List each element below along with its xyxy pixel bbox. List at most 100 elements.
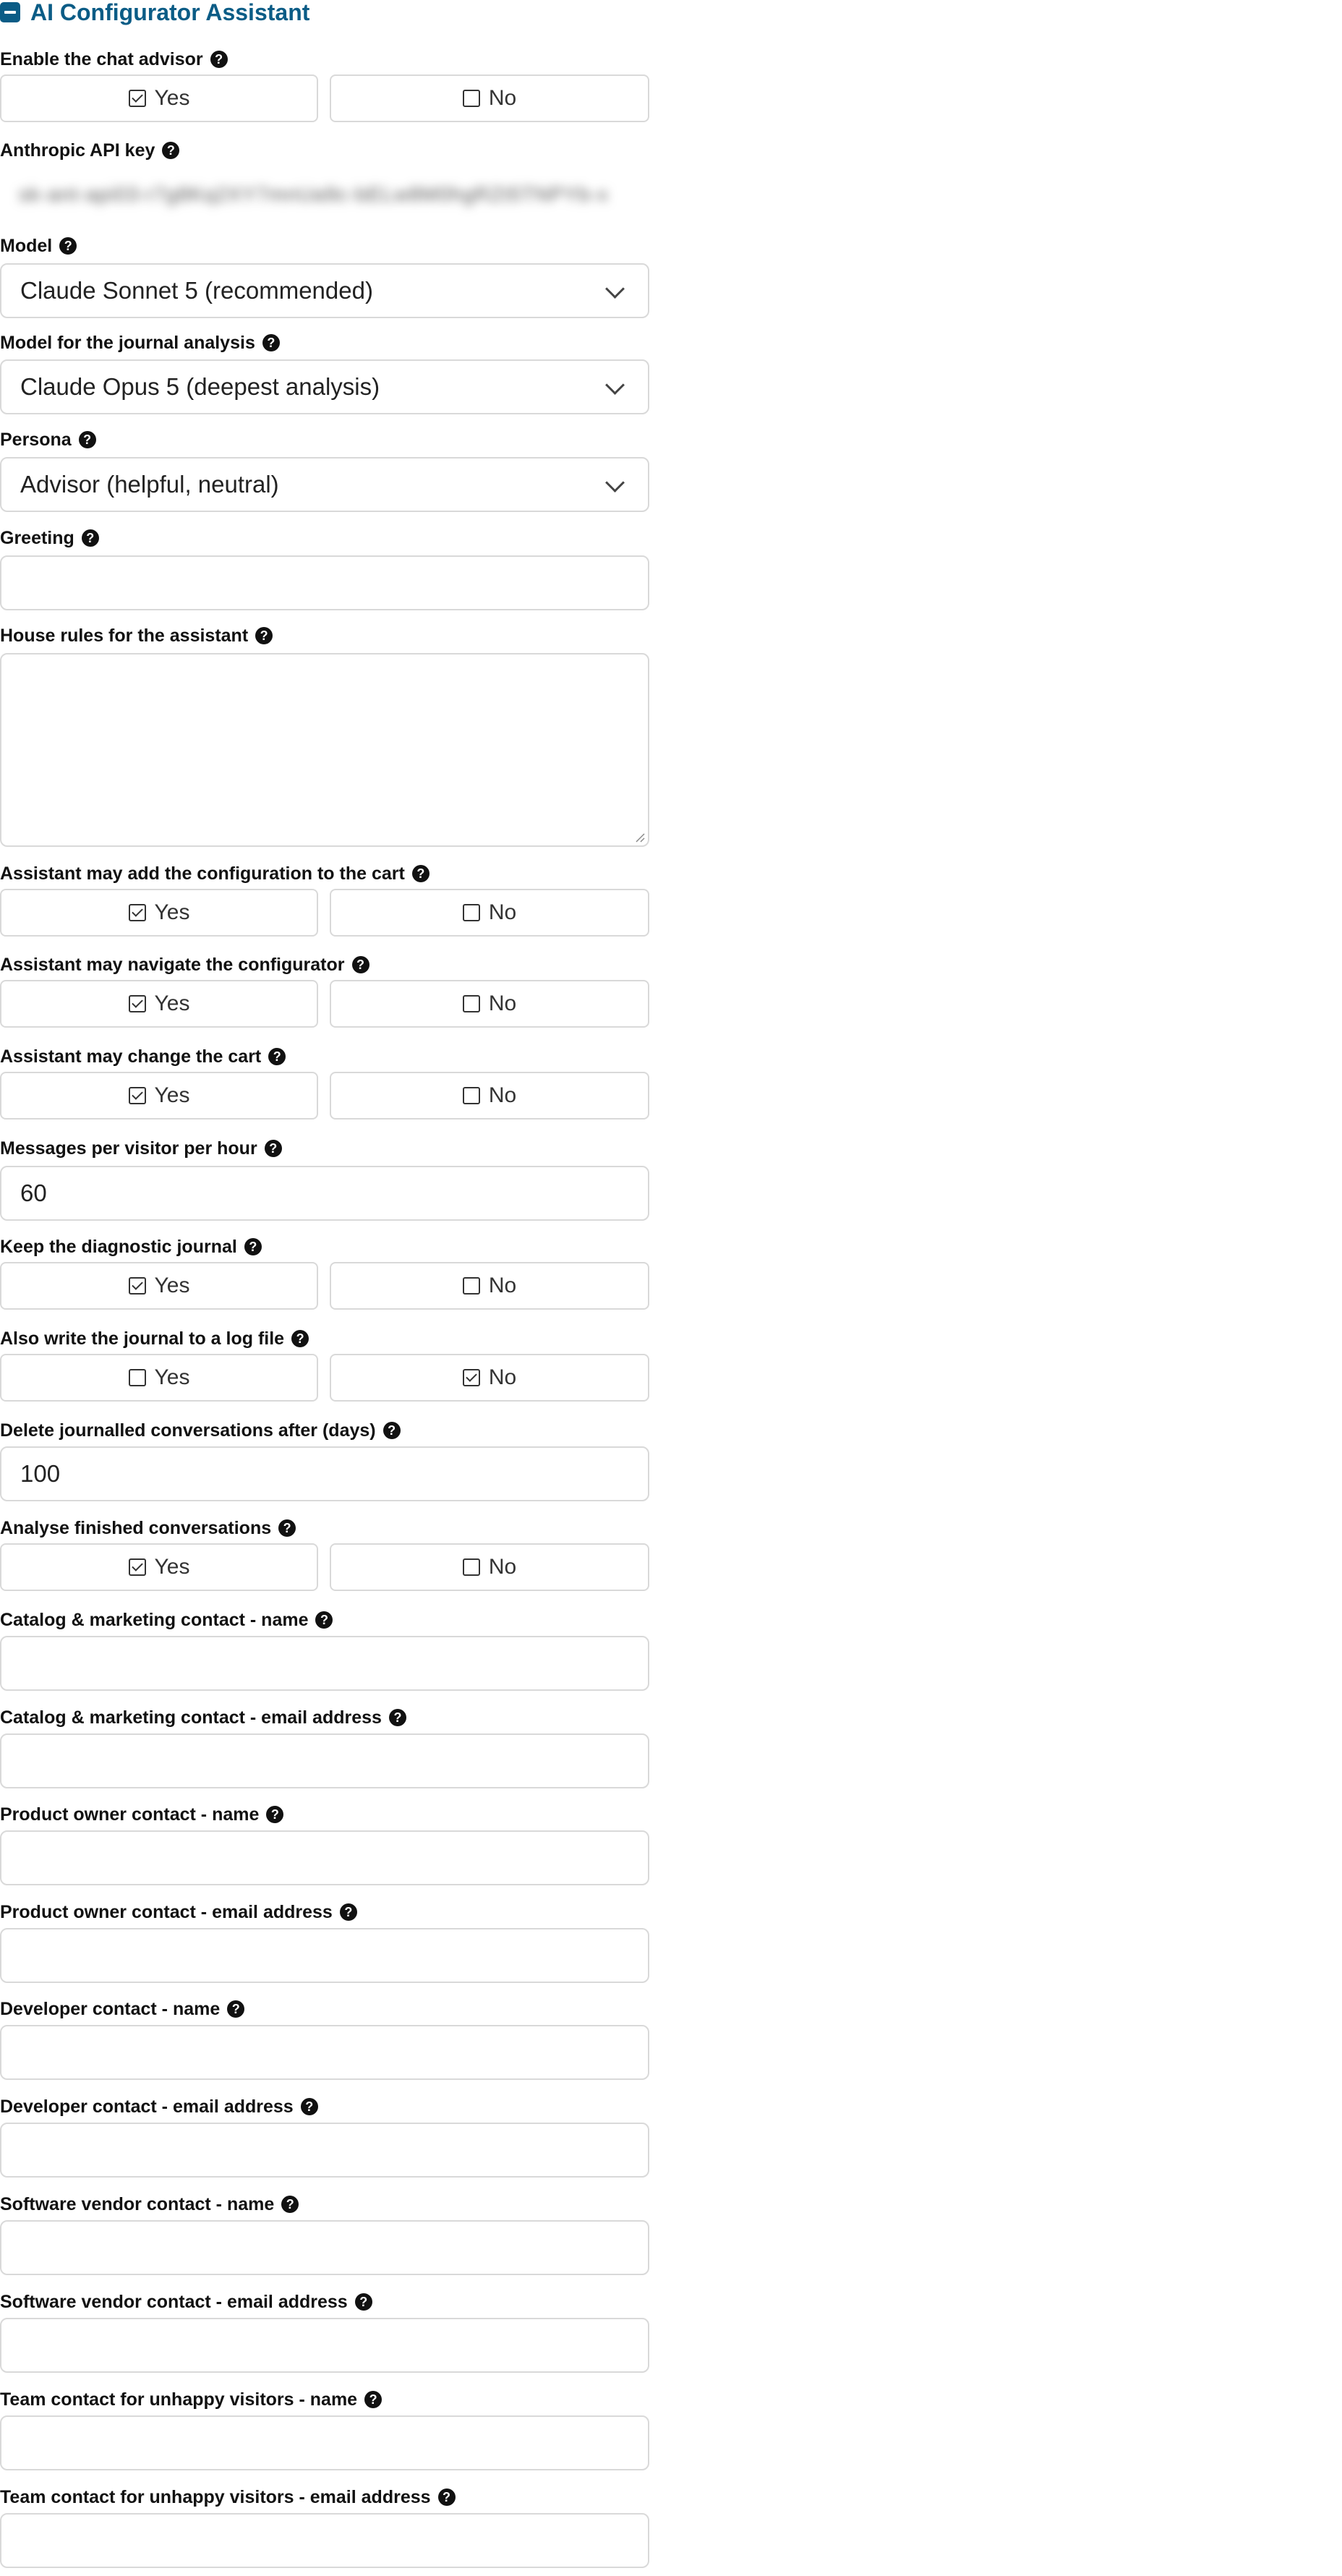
team-contact-name-input[interactable] (0, 2415, 649, 2470)
house-rules-label-row: House rules for the assistant? (0, 625, 273, 647)
catalog-contact-email-input[interactable] (0, 1733, 649, 1788)
keep-journal-yes-button[interactable]: Yes (0, 1262, 318, 1310)
may-navigate-no-label: No (488, 991, 517, 1015)
resize-handle-icon[interactable] (633, 831, 645, 843)
checkbox-icon (128, 1087, 146, 1104)
help-icon[interactable]: ? (354, 2293, 372, 2311)
may-add-to-cart-label: Assistant may add the configuration to t… (0, 863, 405, 884)
keep-journal-no-button[interactable]: No (330, 1262, 649, 1310)
vendor-contact-email-label-row: Software vendor contact - email address? (0, 2291, 372, 2313)
vendor-contact-email-input[interactable] (0, 2318, 649, 2373)
persona-select[interactable]: Advisor (helpful, neutral) (0, 457, 649, 512)
may-add-to-cart-yes-label: Yes (154, 900, 190, 924)
may-change-cart-yes-label: Yes (154, 1083, 190, 1107)
enable-chat-no-label: No (488, 86, 517, 110)
team-contact-email-input[interactable] (0, 2513, 649, 2568)
collapse-icon[interactable] (0, 2, 20, 22)
may-change-cart-yes-button[interactable]: Yes (0, 1072, 318, 1119)
may-navigate-no-button[interactable]: No (330, 980, 649, 1028)
analyse-finished-no-label: No (488, 1555, 517, 1579)
model-label-row: Model? (0, 235, 77, 257)
help-icon[interactable]: ? (227, 2000, 245, 2018)
developer-contact-email-input[interactable] (0, 2123, 649, 2178)
help-icon[interactable]: ? (300, 2098, 318, 2115)
may-add-to-cart-label-row: Assistant may add the configuration to t… (0, 863, 429, 884)
help-icon[interactable]: ? (59, 237, 77, 255)
analyse-finished-yes-label: Yes (154, 1555, 190, 1579)
messages-per-hour-input[interactable]: 60 (0, 1166, 649, 1221)
help-icon[interactable]: ? (315, 1611, 333, 1629)
section-title: AI Configurator Assistant (30, 0, 310, 25)
journal-log-file-label-row: Also write the journal to a log file? (0, 1328, 309, 1349)
persona-selected-value: Advisor (helpful, neutral) (20, 471, 279, 498)
catalog-contact-name-label: Catalog & marketing contact - name (0, 1609, 309, 1630)
owner-contact-name-label: Product owner contact - name (0, 1804, 260, 1825)
may-navigate-yes-label: Yes (154, 991, 190, 1015)
help-icon[interactable]: ? (339, 1903, 357, 1921)
checkbox-icon (128, 90, 146, 107)
delete-after-days-input[interactable]: 100 (0, 1446, 649, 1501)
journal-model-selected-value: Claude Opus 5 (deepest analysis) (20, 373, 380, 400)
vendor-contact-name-label-row: Software vendor contact - name? (0, 2193, 299, 2215)
help-icon[interactable]: ? (266, 1806, 284, 1823)
model-select[interactable]: Claude Sonnet 5 (recommended) (0, 263, 649, 318)
may-add-to-cart-no-label: No (488, 900, 517, 924)
help-icon[interactable]: ? (264, 1140, 282, 1157)
checkbox-icon (128, 1369, 146, 1386)
may-navigate-label: Assistant may navigate the configurator (0, 954, 345, 975)
help-icon[interactable]: ? (382, 1422, 401, 1439)
model-label: Model (0, 235, 53, 256)
help-icon[interactable]: ? (78, 431, 96, 448)
chevron-down-icon (605, 473, 625, 492)
help-icon[interactable]: ? (351, 956, 369, 973)
api-key-label-row: Anthropic API key? (0, 140, 180, 161)
help-icon[interactable]: ? (364, 2391, 382, 2408)
help-icon[interactable]: ? (388, 1709, 406, 1726)
greeting-input[interactable] (0, 555, 649, 610)
checkbox-icon (462, 1277, 480, 1295)
help-icon[interactable]: ? (437, 2488, 456, 2506)
owner-contact-email-label-row: Product owner contact - email address? (0, 1901, 357, 1923)
help-icon[interactable]: ? (278, 1519, 296, 1537)
help-icon[interactable]: ? (291, 1330, 309, 1347)
vendor-contact-name-input[interactable] (0, 2220, 649, 2275)
help-icon[interactable]: ? (162, 142, 180, 159)
may-add-to-cart-yes-button[interactable]: Yes (0, 889, 318, 937)
may-change-cart-no-button[interactable]: No (330, 1072, 649, 1119)
help-icon[interactable]: ? (411, 865, 429, 882)
analyse-finished-yes-button[interactable]: Yes (0, 1543, 318, 1591)
owner-contact-email-input[interactable] (0, 1928, 649, 1983)
journal-model-label: Model for the journal analysis (0, 332, 255, 353)
chevron-down-icon (605, 279, 625, 299)
help-icon[interactable]: ? (255, 627, 273, 644)
owner-contact-name-input[interactable] (0, 1830, 649, 1885)
journal-log-file-yes-button[interactable]: Yes (0, 1354, 318, 1402)
catalog-contact-email-label: Catalog & marketing contact - email addr… (0, 1707, 382, 1728)
may-add-to-cart-no-button[interactable]: No (330, 889, 649, 937)
journal-model-select[interactable]: Claude Opus 5 (deepest analysis) (0, 359, 649, 414)
keep-journal-label: Keep the diagnostic journal (0, 1236, 237, 1257)
help-icon[interactable]: ? (268, 1048, 286, 1065)
enable-chat-no-button[interactable]: No (330, 74, 649, 122)
analyse-finished-no-button[interactable]: No (330, 1543, 649, 1591)
api-key-input[interactable]: sk-ant-api03-r7g8Kq2XY7mnUa9c-bELw8M0hgR… (0, 167, 649, 222)
help-icon[interactable]: ? (81, 529, 99, 547)
help-icon[interactable]: ? (210, 51, 228, 68)
help-icon[interactable]: ? (281, 2196, 299, 2213)
enable-chat-yes-button[interactable]: Yes (0, 74, 318, 122)
section-header[interactable]: AI Configurator Assistant (0, 0, 309, 25)
developer-contact-name-input[interactable] (0, 2025, 649, 2080)
house-rules-textarea[interactable] (0, 653, 649, 847)
help-icon[interactable]: ? (244, 1238, 262, 1255)
catalog-contact-name-input[interactable] (0, 1636, 649, 1691)
journal-log-file-label: Also write the journal to a log file (0, 1328, 285, 1349)
team-contact-name-label: Team contact for unhappy visitors - name (0, 2389, 358, 2410)
checkbox-icon (128, 1558, 146, 1576)
team-contact-email-label: Team contact for unhappy visitors - emai… (0, 2486, 431, 2507)
developer-contact-email-label: Developer contact - email address (0, 2096, 294, 2117)
analyse-finished-label-row: Analyse finished conversations? (0, 1517, 296, 1539)
may-navigate-yes-button[interactable]: Yes (0, 980, 318, 1028)
owner-contact-email-label: Product owner contact - email address (0, 1901, 333, 1922)
journal-log-file-no-button[interactable]: No (330, 1354, 649, 1402)
help-icon[interactable]: ? (262, 334, 280, 351)
